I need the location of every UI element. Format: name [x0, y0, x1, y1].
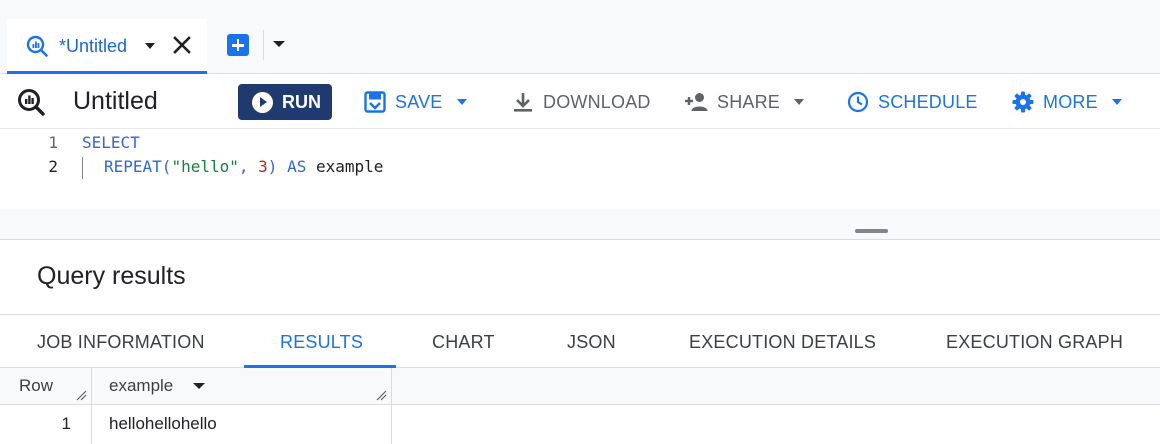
header-filler: [392, 368, 1160, 405]
column-header-row[interactable]: Row: [0, 368, 92, 405]
run-label: RUN: [282, 91, 321, 112]
sql-string: "hello": [171, 157, 239, 176]
results-tab-bar: JOB INFORMATION RESULTS CHART JSON EXECU…: [0, 314, 1160, 368]
query-icon: [26, 35, 48, 57]
query-toolbar: Untitled RUN SAVE DOWNLOAD SHARE SCHEDUL…: [0, 74, 1160, 129]
resize-grip-icon[interactable]: [75, 389, 87, 401]
download-label: DOWNLOAD: [543, 91, 651, 112]
sql-keyword: SELECT: [82, 133, 140, 152]
save-label: SAVE: [395, 91, 443, 112]
add-tab-icon[interactable]: [227, 34, 249, 56]
save-icon: [364, 91, 386, 113]
play-icon: [252, 91, 273, 113]
divider: [263, 30, 264, 60]
code-line-2[interactable]: REPEAT("hello", 3) AS example: [104, 157, 383, 176]
download-button[interactable]: DOWNLOAD: [512, 90, 651, 114]
sql-function: REPEAT: [104, 157, 162, 176]
chevron-down-icon[interactable]: [273, 41, 285, 47]
query-icon: [18, 89, 45, 116]
sql-alias: example: [315, 157, 384, 176]
more-label: MORE: [1043, 91, 1098, 112]
chevron-down-icon[interactable]: [193, 383, 205, 389]
chevron-down-icon: [794, 99, 805, 105]
schedule-button[interactable]: SCHEDULE: [847, 90, 978, 114]
indent-guide: [82, 157, 83, 179]
row-number: 1: [61, 414, 71, 433]
column-header-example[interactable]: example: [92, 368, 392, 405]
query-title[interactable]: Untitled: [73, 87, 158, 116]
sql-punctuation: ): [267, 157, 278, 176]
sql-keyword: AS: [287, 157, 307, 176]
schedule-label: SCHEDULE: [878, 91, 978, 112]
download-icon: [514, 93, 532, 112]
chevron-down-icon: [1111, 99, 1122, 105]
tab-results[interactable]: RESULTS: [280, 332, 363, 353]
sql-punctuation: (: [161, 157, 172, 176]
results-title: Query results: [37, 262, 186, 290]
line-number: 1: [48, 133, 58, 152]
person-add-icon: [685, 93, 708, 111]
column-header-label: example: [109, 376, 174, 395]
editor-resize-handle[interactable]: [855, 229, 888, 233]
sql-number: 3: [258, 157, 268, 176]
save-button[interactable]: SAVE: [364, 90, 467, 114]
tab-execution-details[interactable]: EXECUTION DETAILS: [689, 332, 876, 353]
editor-tab-strip: *Untitled: [0, 0, 1160, 74]
resize-grip-icon[interactable]: [375, 389, 387, 401]
chevron-down-icon: [456, 99, 467, 105]
column-header-label: Row: [19, 376, 54, 395]
tab-json[interactable]: JSON: [567, 332, 616, 353]
tab-job-information[interactable]: JOB INFORMATION: [37, 332, 205, 353]
run-button[interactable]: RUN: [238, 84, 332, 120]
share-label: SHARE: [717, 91, 781, 112]
close-icon[interactable]: [170, 33, 194, 57]
sql-editor[interactable]: 1 2 SELECT REPEAT("hello", 3) AS example: [0, 129, 1160, 240]
line-number-gutter: 1 2: [0, 129, 82, 209]
table-cell-row-number: 1: [0, 405, 92, 444]
tab-chart[interactable]: CHART: [432, 332, 495, 353]
chevron-down-icon[interactable]: [145, 43, 155, 49]
sql-punctuation: ,: [238, 157, 259, 176]
tab-execution-graph[interactable]: EXECUTION GRAPH: [946, 332, 1123, 353]
code-line-1[interactable]: SELECT: [82, 133, 140, 152]
table-cell[interactable]: hellohellohello: [92, 405, 392, 444]
gear-icon: [1012, 91, 1034, 113]
cell-value: hellohellohello: [109, 414, 217, 433]
more-button[interactable]: MORE: [1012, 90, 1122, 114]
tab-label: *Untitled: [59, 36, 128, 56]
line-number: 2: [48, 157, 58, 176]
tab-untitled[interactable]: *Untitled: [7, 19, 207, 74]
share-button[interactable]: SHARE: [684, 90, 805, 114]
results-table: Row example 1 hellohellohello: [0, 368, 1160, 444]
clock-icon: [847, 91, 869, 113]
